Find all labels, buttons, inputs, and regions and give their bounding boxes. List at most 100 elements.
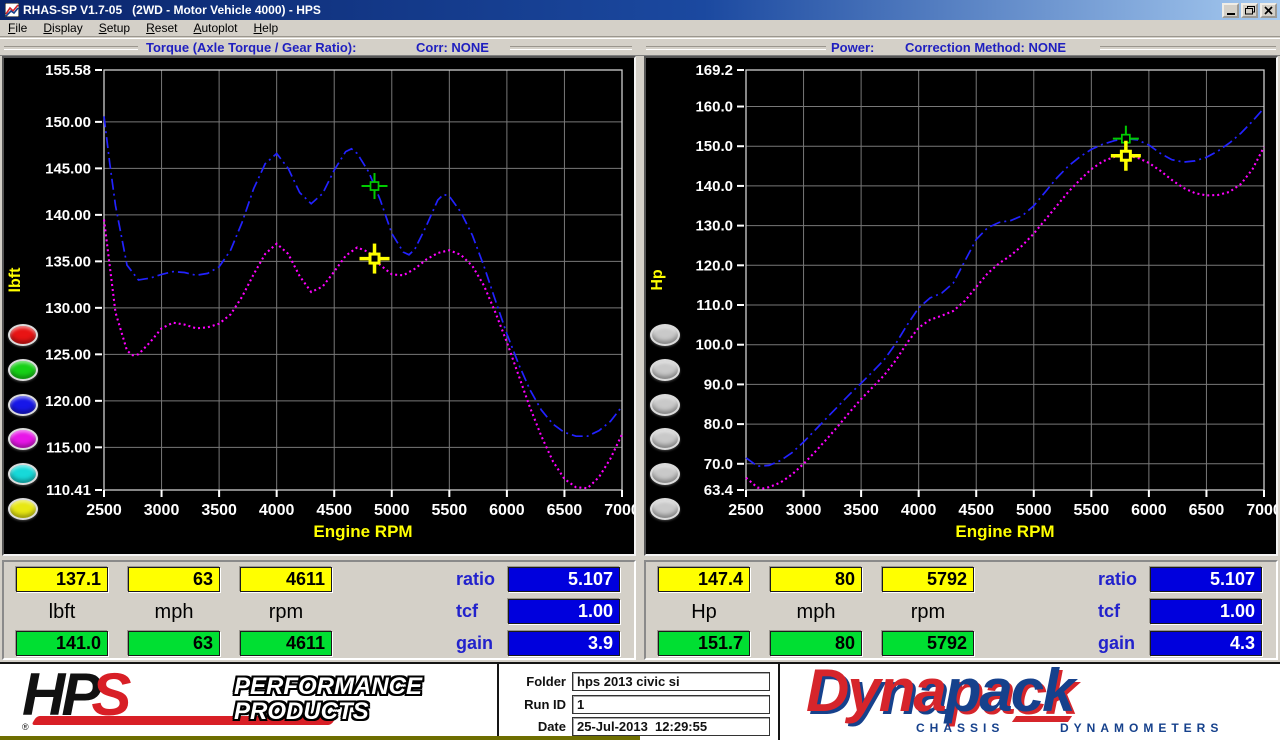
svg-text:120.0: 120.0 xyxy=(695,257,733,274)
app-window: RHAS-SP V1.7-05 (2WD - Motor Vehicle 400… xyxy=(0,0,1280,740)
speed-cursor-value-2: 80 xyxy=(770,631,862,656)
menu-item-display[interactable]: Display xyxy=(35,20,90,36)
power-run-button-3[interactable] xyxy=(650,393,680,416)
dynapack-logo-dyna: Dyna xyxy=(806,657,947,724)
readout-row: 137.1 63 4611 lbft mph rpm 141.0 63 4611… xyxy=(0,558,1280,662)
speed-unit-label: mph xyxy=(154,601,194,623)
torque-chart-panel: 155.58 150.00 145.00 140.00 135.00 130.00 125.… xyxy=(2,56,636,556)
speed-cursor-value: 80 xyxy=(770,567,862,592)
rpm-cursor-value-2: 5792 xyxy=(882,631,974,656)
svg-text:130.00: 130.00 xyxy=(45,300,91,317)
torque-header-title: Torque (Axle Torque / Gear Ratio): xyxy=(146,40,357,55)
power-run-button-6[interactable] xyxy=(650,498,680,520)
svg-text:145.00: 145.00 xyxy=(45,160,91,177)
power-run-button-1[interactable] xyxy=(650,324,680,346)
svg-text:4000: 4000 xyxy=(259,502,295,519)
ratio-value: 5.107 xyxy=(508,567,620,592)
speed-unit-label: mph xyxy=(796,601,836,623)
folder-input[interactable] xyxy=(572,672,770,691)
torque-run-button-1[interactable] xyxy=(8,324,38,346)
footer: HPS ® PERFORMANCE PRODUCTS Folder Run ID… xyxy=(0,657,1280,740)
rpm-cursor-value-2: 4611 xyxy=(240,631,332,656)
torque-run-button-2[interactable] xyxy=(8,358,38,381)
rpm-cursor-value: 4611 xyxy=(240,567,332,592)
power-cursor-value-2: 151.7 xyxy=(658,631,750,656)
menu-item-reset[interactable]: Reset xyxy=(138,20,185,36)
restore-button[interactable] xyxy=(1241,2,1258,18)
svg-text:4500: 4500 xyxy=(316,502,352,519)
power-header-correction: Correction Method: NONE xyxy=(905,40,1067,55)
svg-text:115.00: 115.00 xyxy=(46,439,91,456)
title-bar: RHAS-SP V1.7-05 (2WD - Motor Vehicle 400… xyxy=(0,0,1280,20)
chart-headers: Torque (Axle Torque / Gear Ratio): Corr:… xyxy=(0,38,1280,56)
svg-text:120.00: 120.00 xyxy=(45,393,91,410)
svg-text:110.0: 110.0 xyxy=(696,297,733,314)
menu-item-setup[interactable]: Setup xyxy=(91,20,138,36)
ratio-label: ratio xyxy=(1098,569,1138,589)
menu-item-file[interactable]: File xyxy=(0,20,35,36)
power-header-title: Power: xyxy=(831,40,875,55)
svg-text:6000: 6000 xyxy=(489,502,525,519)
svg-text:80.0: 80.0 xyxy=(704,416,733,433)
svg-text:2500: 2500 xyxy=(86,502,122,519)
speed-cursor-value-2: 63 xyxy=(128,631,220,656)
close-button[interactable] xyxy=(1260,2,1277,18)
ratio-label: ratio xyxy=(456,569,496,589)
tcf-label: tcf xyxy=(456,601,478,621)
gain-label: gain xyxy=(456,633,494,653)
torque-readout-panel: 137.1 63 4611 lbft mph rpm 141.0 63 4611… xyxy=(2,560,636,660)
torque-cursor-value-2: 141.0 xyxy=(16,631,108,656)
svg-text:6000: 6000 xyxy=(1131,502,1167,519)
svg-text:Engine RPM: Engine RPM xyxy=(955,522,1054,541)
svg-text:5500: 5500 xyxy=(1074,502,1110,519)
svg-text:70.0: 70.0 xyxy=(704,456,733,473)
tcf-label: tcf xyxy=(1098,601,1120,621)
window-title: RHAS-SP V1.7-05 (2WD - Motor Vehicle 400… xyxy=(23,3,321,17)
gain-value: 3.9 xyxy=(508,631,620,656)
svg-text:5500: 5500 xyxy=(432,502,468,519)
power-chart[interactable]: 169.2 160.0 150.0 140.0 130.0 120.0 110.0 100.0… xyxy=(646,58,1276,554)
svg-text:3000: 3000 xyxy=(144,502,180,519)
folder-label: Folder xyxy=(526,674,566,689)
restore-icon xyxy=(1244,5,1255,14)
svg-text:169.2: 169.2 xyxy=(695,62,733,79)
svg-text:155.58: 155.58 xyxy=(45,62,91,79)
dynapack-chassis-text: CHASSIS xyxy=(916,721,1005,735)
run-id-input[interactable] xyxy=(572,695,770,714)
torque-header-correction: Corr: NONE xyxy=(416,40,489,55)
menu-bar: File Display Setup Reset Autoplot Help xyxy=(0,20,1280,37)
torque-run-button-6[interactable] xyxy=(8,498,38,520)
power-cursor-value: 147.4 xyxy=(658,567,750,592)
svg-text:3500: 3500 xyxy=(843,502,879,519)
svg-text:3500: 3500 xyxy=(201,502,237,519)
power-readout-panel: 147.4 80 5792 Hp mph rpm 151.7 80 5792 r… xyxy=(644,560,1278,660)
svg-text:Hp: Hp xyxy=(649,269,666,291)
close-icon xyxy=(1264,5,1273,15)
minimize-button[interactable] xyxy=(1222,2,1239,18)
dynapack-dynamometers-text: DYNAMOMETERS xyxy=(1060,721,1224,735)
svg-text:130.0: 130.0 xyxy=(695,218,733,235)
svg-text:Engine RPM: Engine RPM xyxy=(313,522,412,541)
svg-text:150.0: 150.0 xyxy=(695,138,733,155)
torque-run-button-3[interactable] xyxy=(8,393,38,416)
menu-item-help[interactable]: Help xyxy=(246,20,287,36)
svg-text:150.00: 150.00 xyxy=(45,114,91,131)
run-id-label: Run ID xyxy=(524,697,566,712)
ratio-value: 5.107 xyxy=(1150,567,1262,592)
power-run-button-2[interactable] xyxy=(650,358,680,381)
torque-chart[interactable]: 155.58 150.00 145.00 140.00 135.00 130.00 125.… xyxy=(4,58,634,554)
rpm-unit-label: rpm xyxy=(268,601,304,623)
date-input[interactable] xyxy=(572,717,770,736)
charts-row: 155.58 150.00 145.00 140.00 135.00 130.00 125.… xyxy=(0,56,1280,558)
svg-text:5000: 5000 xyxy=(374,502,410,519)
hps-registered-mark: ® xyxy=(22,722,29,732)
hps-products-text: PRODUCTS xyxy=(234,698,369,725)
rpm-unit-label: rpm xyxy=(910,601,946,623)
power-unit-label: Hp xyxy=(691,601,717,623)
svg-text:140.0: 140.0 xyxy=(695,178,733,195)
menu-item-autoplot[interactable]: Autoplot xyxy=(185,20,245,36)
svg-text:135.00: 135.00 xyxy=(45,253,91,270)
tcf-value: 1.00 xyxy=(1150,599,1262,624)
svg-text:lbft: lbft xyxy=(7,267,24,293)
svg-text:90.0: 90.0 xyxy=(704,376,733,393)
